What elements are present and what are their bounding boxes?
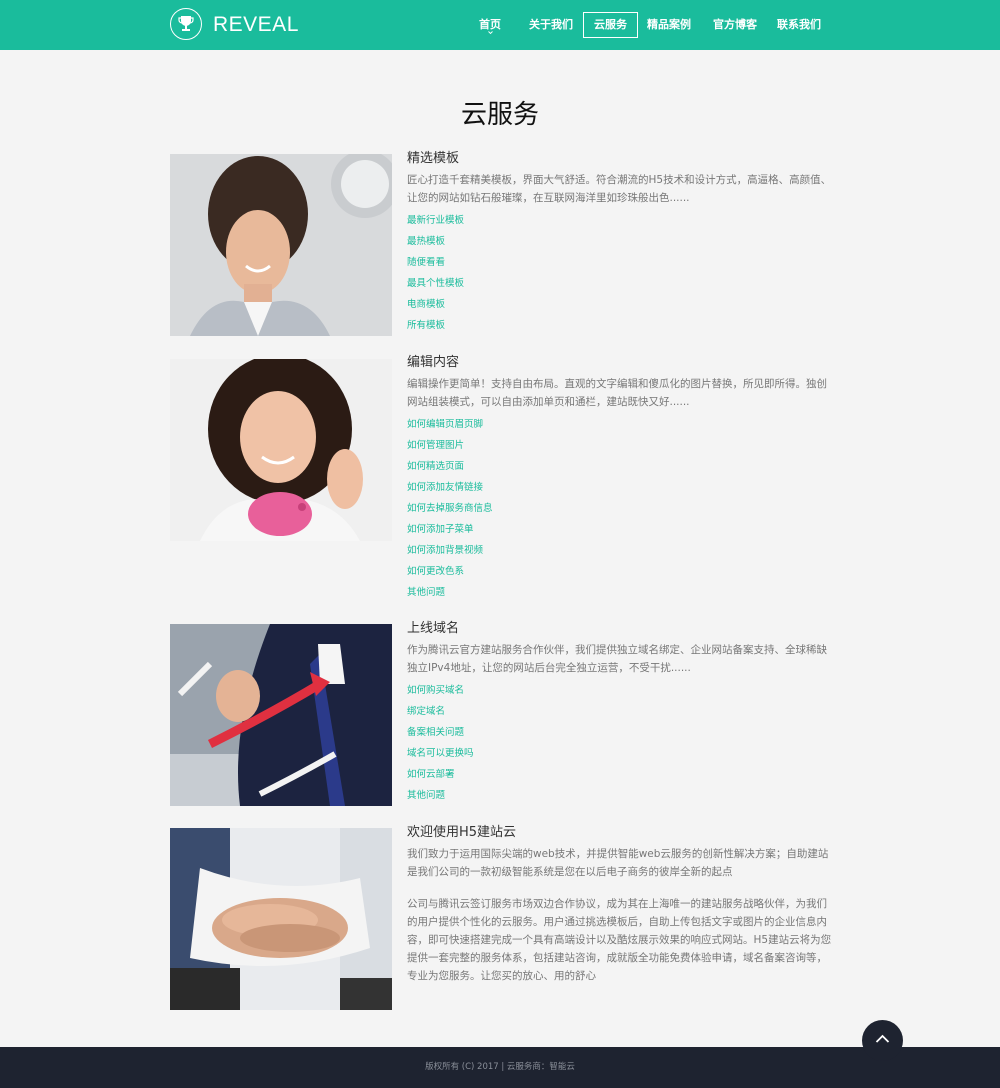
card-link[interactable]: 最具个性模板	[407, 277, 464, 291]
page-title: 云服务	[460, 100, 539, 130]
nav-item-cases[interactable]: 精品案例	[640, 13, 698, 37]
back-to-top-button[interactable]	[862, 1020, 903, 1061]
card-image-templates	[170, 154, 392, 336]
site-footer: 版权所有 (C) 2017 | 云服务商：智能云	[0, 1047, 1000, 1088]
card-title: 精选模板	[407, 151, 460, 166]
card-title: 编辑内容	[407, 355, 460, 370]
card-description: 作为腾讯云官方建站服务合作伙伴，我们提供独立域名绑定、企业网站备案支持、全球稀缺…	[407, 644, 827, 674]
nav-item-cloud-service[interactable]: 云服务	[583, 12, 638, 38]
nav-item-contact[interactable]: 联系我们	[770, 13, 828, 37]
card-link[interactable]: 最新行业模板	[407, 214, 464, 228]
nav-item-about[interactable]: 关于我们	[522, 13, 580, 37]
copyright-text: 版权所有 (C) 2017 | 云服务商：智能云	[425, 1062, 575, 1072]
card-description: 匠心打造千套精美模板，界面大气舒适。符合潮流的H5技术和设计方式，高逼格、高颜值…	[407, 174, 832, 204]
logo-text[interactable]: REVEAL	[213, 13, 299, 37]
card-title: 上线域名	[407, 621, 460, 636]
card-link[interactable]: 如何添加背景视频	[407, 544, 483, 558]
card-link[interactable]: 如何购买域名	[407, 684, 464, 698]
card-link[interactable]: 如何精选页面	[407, 460, 464, 474]
card-image-edit-content	[170, 359, 392, 541]
card-link[interactable]: 备案相关问题	[407, 726, 464, 740]
card-link[interactable]: 其他问题	[407, 586, 445, 600]
nav-item-blog[interactable]: 官方博客	[706, 13, 764, 37]
card-link[interactable]: 如何更改色系	[407, 565, 464, 579]
card-link[interactable]: 最热模板	[407, 235, 445, 249]
card-link[interactable]: 如何添加子菜单	[407, 523, 474, 537]
card-description: 编辑操作更简单！支持自由布局。直观的文字编辑和傻瓜化的图片替换，所见即所得。独创…	[407, 378, 827, 408]
card-link[interactable]: 其他问题	[407, 789, 445, 803]
chevron-up-icon	[875, 1034, 890, 1043]
site-header: REVEAL 首页 关于我们 云服务 精品案例 官方博客 联系我们	[0, 0, 1000, 50]
card-link[interactable]: 电商模板	[407, 298, 445, 312]
card-image-welcome	[170, 828, 392, 1010]
card-link[interactable]: 随便看看	[407, 256, 445, 270]
card-link[interactable]: 如何云部署	[407, 768, 455, 782]
card-link[interactable]: 域名可以更换吗	[407, 747, 474, 761]
trophy-icon[interactable]	[170, 8, 202, 40]
card-link[interactable]: 如何管理图片	[407, 439, 464, 453]
card-link[interactable]: 所有模板	[407, 319, 445, 333]
card-title: 欢迎使用H5建站云	[407, 825, 517, 840]
card-image-domain	[170, 624, 392, 806]
card-link[interactable]: 绑定域名	[407, 705, 445, 719]
card-link[interactable]: 如何去掉服务商信息	[407, 502, 493, 516]
card-description: 我们致力于运用国际尖端的web技术，并提供智能web云服务的创新性解决方案；自助…	[407, 848, 829, 878]
card-description-extended: 公司与腾讯云签订服务市场双边合作协议，成为其在上海唯一的建站服务战略伙伴，为我们…	[407, 898, 832, 982]
chevron-down-icon	[488, 31, 493, 35]
card-link[interactable]: 如何添加友情链接	[407, 481, 483, 495]
card-link[interactable]: 如何编辑页眉页脚	[407, 418, 483, 432]
